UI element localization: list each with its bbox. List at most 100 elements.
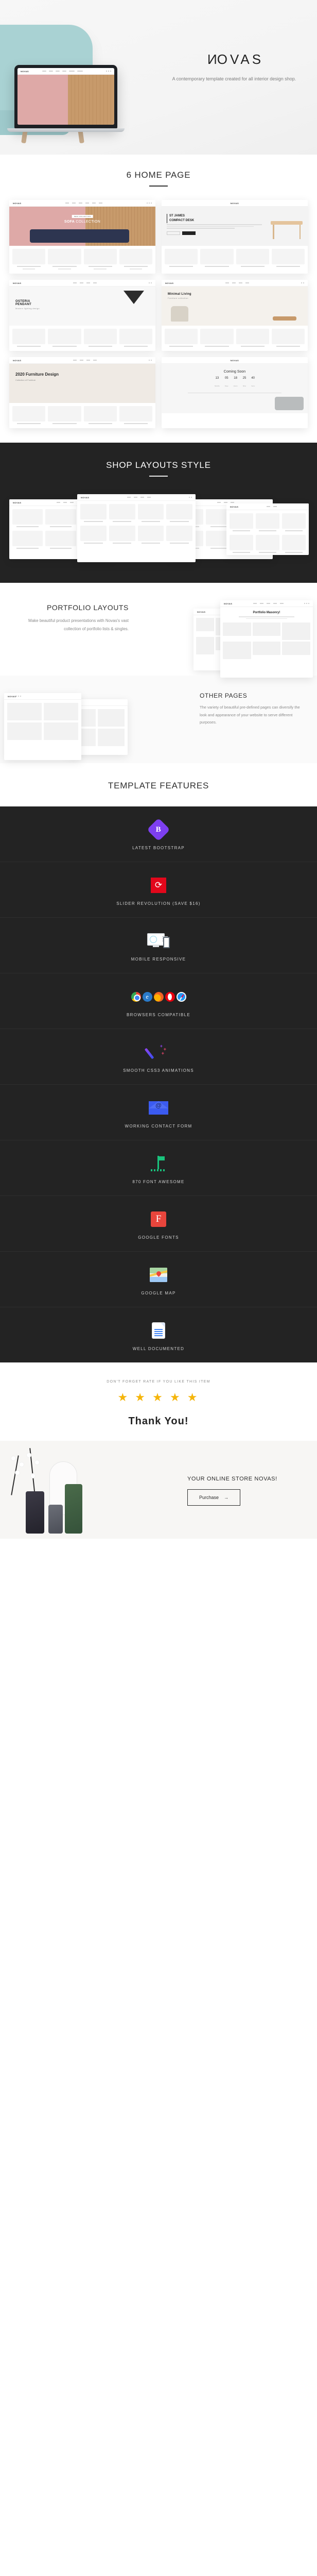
laptop-screen: NOVAS: [14, 65, 117, 128]
feature-label: 870 FONT AWESOME: [132, 1180, 185, 1184]
portfolio-preview-title: Portfolio Masonry!: [253, 611, 280, 614]
home-card[interactable]: NOVAS Minimal Living Furniture collectio…: [162, 280, 308, 351]
feature-item[interactable]: GOOGLE MAP: [0, 1252, 317, 1307]
hero-tagline: A contemporary template created for all …: [172, 76, 296, 81]
slider-revolution-icon: ⟳: [151, 878, 166, 893]
shop-preview[interactable]: NOVAS: [226, 503, 309, 555]
other-pages-section: NOVAS NOVAS OTHER PAGES The variety of b…: [0, 676, 317, 763]
home-card[interactable]: NOVAS OSTERIA PENDANT Modern lighting des…: [9, 280, 155, 351]
other-title: OTHER PAGES: [200, 692, 248, 699]
card-hero: 2020 Furniture Design Collection of Furn…: [9, 364, 155, 403]
countdown: 13 Months 05 Days 18 Hours 25 Mins 40 Secs: [214, 377, 255, 387]
preview-logo: NOVAS: [230, 505, 239, 508]
preview-logo: NOVAS: [197, 610, 206, 613]
purchase-button[interactable]: Purchase →: [187, 1489, 241, 1506]
home-card[interactable]: NOVAS ST JAMES COMPACT DESK: [162, 200, 308, 274]
card-logo: NOVAS: [13, 281, 22, 284]
envelope-icon: [149, 1101, 168, 1115]
rating-stars[interactable]: ★ ★ ★ ★ ★: [0, 1391, 317, 1404]
hero-copy: NOVAS A contemporary template created fo…: [170, 52, 298, 83]
home-pages-grid: NOVAS NEW COLLECTION SOFA COLLECTION NOV…: [0, 200, 317, 428]
shop-layouts-section: SHOP LAYOUTS STYLE NOVAS NOVAS NOVAS: [0, 443, 317, 583]
google-fonts-icon: F: [151, 1211, 166, 1227]
feature-label: GOOGLE FONTS: [138, 1235, 179, 1240]
mobile-responsive-icon: [147, 933, 170, 949]
feature-label: LATEST BOOTSTRAP: [132, 846, 185, 850]
bootstrap-icon: B: [147, 818, 170, 841]
magic-wand-icon: + + +: [144, 1043, 167, 1060]
chrome-icon: [131, 991, 141, 1002]
card-logo: NOVAS: [13, 359, 22, 362]
browsers-icon: e: [131, 991, 186, 1002]
mockup-logo: NOVAS: [21, 70, 29, 73]
footer-still-life: [10, 1448, 129, 1539]
font-awesome-icon: [150, 1156, 167, 1171]
feature-item[interactable]: MOBILE RESPONSIVE: [0, 918, 317, 973]
card-products: [9, 403, 155, 428]
portfolio-body: Make beautiful product presentations wit…: [28, 618, 129, 631]
feature-label: WELL DOCUMENTED: [132, 1346, 185, 1351]
features-list: B LATEST BOOTSTRAP ⟳ SLIDER REVOLUTION (…: [0, 806, 317, 1362]
home-card[interactable]: NOVAS 2020 Furniture Design Collection o…: [9, 357, 155, 428]
features-section-title: TEMPLATE FEATURES: [108, 781, 209, 790]
feature-label: SLIDER REVOLUTION (SAVE $16): [116, 901, 201, 906]
vase-dark: [26, 1491, 44, 1534]
feature-label: MOBILE RESPONSIVE: [131, 957, 186, 962]
card-hero: OSTERIA PENDANT Modern lighting design: [9, 287, 155, 326]
mockup-nav-icons: [106, 71, 111, 72]
home-card[interactable]: NOVAS Coming Soon 13 Months 05 Days 18 Hour…: [162, 357, 308, 428]
feature-item[interactable]: 870 FONT AWESOME: [0, 1140, 317, 1196]
mockup-navbar: NOVAS: [17, 68, 114, 75]
preview-logo: NOVAS: [13, 501, 22, 504]
footer-title: YOUR ONLINE STORE NOVAS!: [187, 1476, 277, 1482]
card-title: OSTERIA PENDANT Modern lighting design: [15, 300, 40, 310]
card-title: Minimal Living Furniture collection: [168, 293, 191, 299]
rating-section: DON'T FORGET RATE IF YOU LIKE THIS ITEM …: [0, 1362, 317, 1441]
feature-item[interactable]: B LATEST BOOTSTRAP: [0, 806, 317, 862]
card-hero: Minimal Living Furniture collection: [162, 287, 308, 326]
feature-item[interactable]: WORKING CONTACT FORM: [0, 1085, 317, 1140]
portfolio-copy: PORTFOLIO LAYOUTS Make beautiful product…: [0, 603, 129, 633]
card-hero: NEW COLLECTION SOFA COLLECTION: [9, 207, 155, 246]
hero-section: NOVAS NOVAS A contemporary template crea…: [0, 0, 317, 155]
card-products: [9, 326, 155, 351]
document-icon: [152, 1323, 165, 1338]
features-title-section: TEMPLATE FEATURES: [0, 763, 317, 806]
coming-soon-title: Coming Soon: [223, 370, 246, 374]
feature-item[interactable]: WELL DOCUMENTED: [0, 1307, 317, 1362]
footer-copy: YOUR ONLINE STORE NOVAS! Purchase →: [187, 1476, 306, 1506]
preview-logo: NOVAS: [224, 602, 233, 605]
other-copy: OTHER PAGES The variety of beautiful pre…: [200, 692, 308, 727]
card-badge: NEW COLLECTION: [72, 215, 93, 218]
card-logo: NOVAS: [165, 281, 174, 284]
card-logo: NOVAS: [230, 201, 239, 205]
card-logo: NOVAS: [13, 201, 22, 205]
card-products: [162, 246, 308, 271]
arrow-right-icon: →: [224, 1495, 229, 1500]
card-hero: Coming Soon 13 Months 05 Days 18 Hours 25 Mi…: [162, 364, 308, 413]
card-hero: ST JAMES COMPACT DESK: [162, 207, 308, 246]
feature-label: SMOOTH CSS3 ANIMATIONS: [123, 1068, 194, 1073]
purchase-label: Purchase: [199, 1495, 219, 1500]
footer-section: YOUR ONLINE STORE NOVAS! Purchase →: [0, 1441, 317, 1539]
feature-label: BROWSERS COMPATIBLE: [127, 1013, 190, 1017]
preview-logo: NOVAS: [81, 496, 90, 499]
feature-item[interactable]: e BROWSERS COMPATIBLE: [0, 973, 317, 1029]
laptop-mockup: NOVAS: [7, 65, 125, 132]
portfolio-preview[interactable]: NOVAS Portfolio Masonry!: [220, 600, 313, 678]
feature-item[interactable]: ⟳ SLIDER REVOLUTION (SAVE $16): [0, 862, 317, 918]
vase-grey: [48, 1505, 63, 1534]
card-products: [162, 326, 308, 351]
mockup-nav: [42, 71, 83, 72]
card-products: [9, 246, 155, 274]
feature-item[interactable]: F GOOGLE FONTS: [0, 1196, 317, 1252]
firefox-icon: [153, 991, 164, 1002]
brand-title: NOVAS: [204, 52, 264, 67]
feature-item[interactable]: + + + SMOOTH CSS3 ANIMATIONS: [0, 1029, 317, 1085]
google-map-icon: [150, 1268, 167, 1282]
home-card[interactable]: NOVAS NEW COLLECTION SOFA COLLECTION: [9, 200, 155, 274]
other-preview[interactable]: NOVAS: [4, 693, 81, 760]
shop-preview[interactable]: NOVAS: [77, 494, 196, 562]
branch-decor: [11, 1455, 19, 1495]
feature-label: GOOGLE MAP: [141, 1291, 176, 1295]
